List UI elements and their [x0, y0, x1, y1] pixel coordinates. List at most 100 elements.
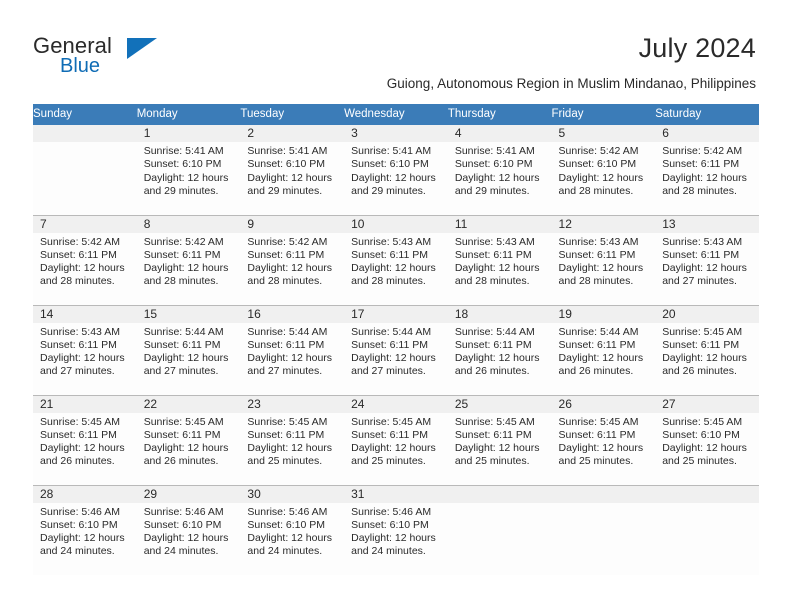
- day-number: 23: [240, 395, 345, 413]
- day-info-line: Daylight: 12 hours: [143, 262, 229, 275]
- day-info-line: and 28 minutes.: [662, 184, 737, 197]
- day-info-line: Sunset: 6:11 PM: [40, 338, 117, 351]
- calendar-day-cell[interactable]: 5 Sunrise: 5:42 AM Sunset: 6:10 PM Daylight…: [551, 125, 656, 215]
- day-info-line: and 24 minutes.: [143, 545, 219, 558]
- day-number: 2: [240, 125, 345, 142]
- calendar-day-cell[interactable]: 30 Sunrise: 5:46 AM Sunset: 6:10 PM Dayligh…: [240, 484, 345, 575]
- day-info-line: Sunrise: 5:42 AM: [558, 145, 639, 157]
- day-info-line: and 25 minutes.: [662, 455, 737, 468]
- day-sun-info: Sunrise: 5:41 AM Sunset: 6:10 PM Daylight:…: [448, 142, 552, 198]
- day-info-line: Daylight: 12 hours: [662, 352, 747, 365]
- calendar-day-cell[interactable]: 27 Sunrise: 5:45 AM Sunset: 6:10 PM Dayligh…: [655, 394, 759, 485]
- weekday-header-sunday: Sunday: [33, 104, 137, 125]
- calendar-day-cell[interactable]: 31 Sunrise: 5:46 AM Sunset: 6:10 PM Dayligh…: [344, 484, 448, 575]
- day-info-line: Sunset: 6:11 PM: [662, 338, 740, 351]
- day-info-line: and 28 minutes.: [40, 275, 115, 288]
- day-info-line: Daylight: 12 hours: [247, 352, 333, 365]
- day-sun-info: Sunrise: 5:43 AM Sunset: 6:11 PM Daylight:…: [552, 233, 656, 289]
- day-info-line: Daylight: 12 hours: [143, 442, 229, 455]
- day-info-line: and 27 minutes.: [662, 275, 737, 288]
- calendar-day-cell[interactable]: 23 Sunrise: 5:45 AM Sunset: 6:11 PM Dayligh…: [240, 394, 345, 485]
- calendar-week-row: 1 Sunrise: 5:41 AM Sunset: 6:10 PM Daylight…: [33, 125, 759, 215]
- calendar-day-cell[interactable]: 2 Sunrise: 5:41 AM Sunset: 6:10 PM Daylight…: [240, 125, 345, 215]
- calendar-day-cell[interactable]: 16 Sunrise: 5:44 AM Sunset: 6:11 PM Dayligh…: [240, 304, 345, 395]
- weekday-header-friday: Friday: [551, 104, 656, 125]
- day-number: 16: [240, 305, 345, 323]
- calendar-day-cell[interactable]: 8 Sunrise: 5:42 AM Sunset: 6:11 PM Daylight…: [136, 214, 241, 305]
- calendar-day-cell[interactable]: 13 Sunrise: 5:43 AM Sunset: 6:11 PM Dayligh…: [655, 214, 759, 305]
- day-info-line: and 24 minutes.: [40, 545, 115, 558]
- day-info-line: Sunrise: 5:41 AM: [454, 145, 535, 157]
- day-info-line: Sunrise: 5:42 AM: [143, 235, 224, 248]
- day-sun-info: Sunrise: 5:44 AM Sunset: 6:11 PM Daylight:…: [344, 323, 448, 379]
- calendar-day-cell[interactable]: 22 Sunrise: 5:45 AM Sunset: 6:11 PM Dayligh…: [136, 394, 241, 485]
- calendar-day-cell[interactable]: 18 Sunrise: 5:44 AM Sunset: 6:11 PM Dayligh…: [447, 304, 552, 395]
- weekday-header-tuesday: Tuesday: [240, 104, 345, 125]
- day-sun-info: Sunrise: 5:45 AM Sunset: 6:11 PM Daylight:…: [344, 413, 448, 469]
- calendar-table: Sunday Monday Tuesday Wednesday Thursday Frid…: [33, 104, 759, 575]
- calendar-week-row: 14 Sunrise: 5:43 AM Sunset: 6:11 PM Dayligh…: [33, 304, 759, 395]
- calendar-page: General Blue July 2024 Guiong, Autonomou…: [0, 0, 792, 612]
- calendar-day-cell-empty: [655, 484, 759, 575]
- calendar-day-cell[interactable]: 15 Sunrise: 5:44 AM Sunset: 6:11 PM Dayligh…: [136, 304, 241, 395]
- calendar-day-cell[interactable]: 26 Sunrise: 5:45 AM Sunset: 6:11 PM Dayligh…: [551, 394, 656, 485]
- calendar-day-cell[interactable]: 20 Sunrise: 5:45 AM Sunset: 6:11 PM Dayligh…: [655, 304, 759, 395]
- calendar-day-cell[interactable]: 9 Sunrise: 5:42 AM Sunset: 6:11 PM Daylight…: [240, 214, 345, 305]
- day-info-line: Sunset: 6:11 PM: [40, 248, 117, 261]
- day-info-line: Sunset: 6:11 PM: [351, 428, 428, 441]
- calendar-day-cell[interactable]: 10 Sunrise: 5:43 AM Sunset: 6:11 PM Dayligh…: [344, 214, 448, 305]
- general-blue-logo[interactable]: General Blue: [33, 33, 163, 80]
- calendar-day-cell[interactable]: 19 Sunrise: 5:44 AM Sunset: 6:11 PM Dayligh…: [551, 304, 656, 395]
- day-info-line: and 26 minutes.: [662, 365, 737, 378]
- calendar-day-cell[interactable]: 28 Sunrise: 5:46 AM Sunset: 6:10 PM Dayligh…: [33, 484, 137, 575]
- day-info-line: Daylight: 12 hours: [454, 171, 540, 184]
- day-info-line: Sunrise: 5:45 AM: [143, 415, 224, 428]
- day-sun-info: Sunrise: 5:42 AM Sunset: 6:11 PM Daylight:…: [33, 233, 137, 289]
- day-info-line: and 29 minutes.: [143, 184, 219, 197]
- page-title: July 2024: [638, 33, 756, 63]
- day-info-line: Sunrise: 5:43 AM: [351, 235, 432, 248]
- calendar-day-cell[interactable]: 21 Sunrise: 5:45 AM Sunset: 6:11 PM Dayligh…: [33, 394, 137, 485]
- day-info-line: and 27 minutes.: [351, 365, 426, 378]
- day-info-line: and 27 minutes.: [247, 365, 323, 378]
- calendar-day-cell[interactable]: 24 Sunrise: 5:45 AM Sunset: 6:11 PM Dayligh…: [344, 394, 448, 485]
- calendar-day-cell[interactable]: 29 Sunrise: 5:46 AM Sunset: 6:10 PM Dayligh…: [136, 484, 241, 575]
- calendar-day-cell[interactable]: 1 Sunrise: 5:41 AM Sunset: 6:10 PM Daylight…: [136, 125, 241, 215]
- day-info-line: Daylight: 12 hours: [247, 262, 333, 275]
- calendar-day-cell[interactable]: 3 Sunrise: 5:41 AM Sunset: 6:10 PM Daylight…: [344, 125, 448, 215]
- day-sun-info: Sunrise: 5:42 AM Sunset: 6:11 PM Daylight:…: [655, 142, 759, 198]
- day-info-line: Sunset: 6:10 PM: [662, 428, 740, 441]
- calendar-day-cell[interactable]: 4 Sunrise: 5:41 AM Sunset: 6:10 PM Daylight…: [447, 125, 552, 215]
- day-info-line: Daylight: 12 hours: [558, 442, 644, 455]
- day-info-line: Sunset: 6:11 PM: [454, 248, 532, 261]
- day-number: 14: [33, 305, 137, 323]
- calendar-day-cell[interactable]: 12 Sunrise: 5:43 AM Sunset: 6:11 PM Dayligh…: [551, 214, 656, 305]
- day-info-line: Daylight: 12 hours: [662, 171, 747, 184]
- calendar-day-cell[interactable]: 7 Sunrise: 5:42 AM Sunset: 6:11 PM Daylight…: [33, 214, 137, 305]
- calendar-day-cell[interactable]: 25 Sunrise: 5:45 AM Sunset: 6:11 PM Dayligh…: [447, 394, 552, 485]
- day-info-line: and 26 minutes.: [40, 455, 115, 468]
- day-info-line: Sunrise: 5:42 AM: [662, 145, 743, 157]
- day-sun-info: Sunrise: 5:45 AM Sunset: 6:11 PM Daylight:…: [655, 323, 759, 379]
- day-number: 22: [136, 395, 241, 413]
- day-number: 13: [655, 215, 759, 233]
- calendar-day-cell[interactable]: 11 Sunrise: 5:43 AM Sunset: 6:11 PM Dayligh…: [447, 214, 552, 305]
- day-sun-info: Sunrise: 5:42 AM Sunset: 6:10 PM Daylight:…: [552, 142, 656, 198]
- calendar-day-cell[interactable]: 14 Sunrise: 5:43 AM Sunset: 6:11 PM Dayligh…: [33, 304, 137, 395]
- weekday-header-row: Sunday Monday Tuesday Wednesday Thursday Frid…: [33, 104, 759, 125]
- day-info-line: Sunset: 6:11 PM: [143, 338, 221, 351]
- day-info-line: Sunset: 6:10 PM: [454, 158, 533, 171]
- day-info-line: Sunrise: 5:41 AM: [143, 145, 224, 157]
- day-info-line: Sunrise: 5:44 AM: [247, 325, 328, 338]
- day-sun-info: Sunrise: 5:41 AM Sunset: 6:10 PM Daylight:…: [240, 142, 344, 198]
- day-info-line: Sunset: 6:11 PM: [558, 428, 636, 441]
- day-info-line: Sunrise: 5:44 AM: [143, 325, 224, 338]
- day-number: [551, 485, 656, 503]
- day-info-line: and 28 minutes.: [247, 275, 323, 288]
- calendar-day-cell[interactable]: 17 Sunrise: 5:44 AM Sunset: 6:11 PM Dayligh…: [344, 304, 448, 395]
- day-number: 20: [655, 305, 759, 323]
- day-info-line: Sunrise: 5:43 AM: [40, 325, 120, 338]
- calendar-day-cell[interactable]: 6 Sunrise: 5:42 AM Sunset: 6:11 PM Daylight…: [655, 125, 759, 215]
- day-info-line: Sunrise: 5:44 AM: [351, 325, 432, 338]
- day-number: 18: [447, 305, 552, 323]
